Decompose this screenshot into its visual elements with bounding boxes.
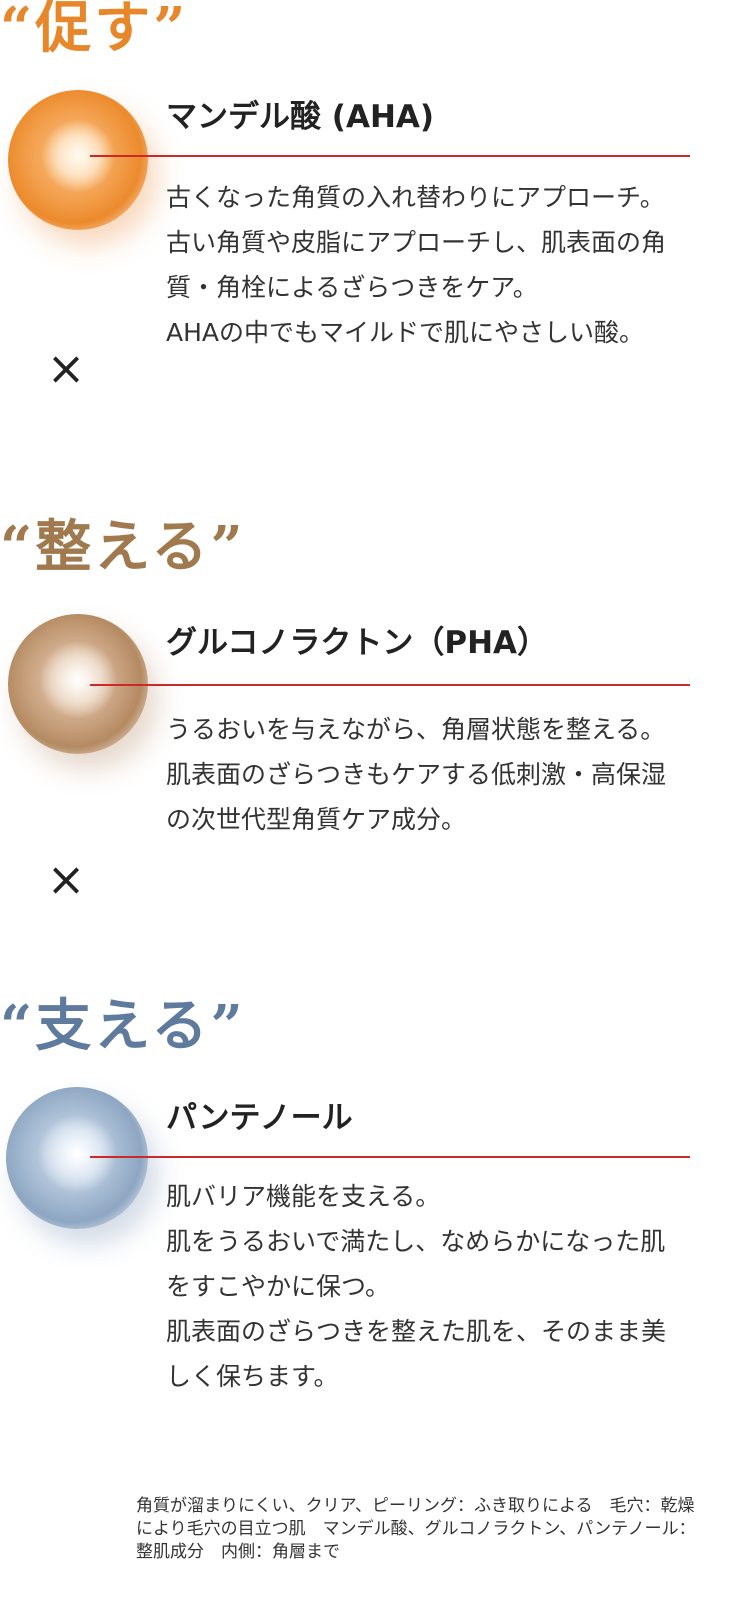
heading-condition: “整える” <box>0 514 246 580</box>
ingredient-title-mandelic-acid: マンデル酸 (AHA) <box>166 99 435 135</box>
ingredient-title-panthenol: パンテノール <box>166 1100 353 1136</box>
description-line: 肌バリア機能を支える。 <box>166 1182 441 1211</box>
description-line: 肌表面のざらつきを整えた肌を、そのまま美しく保ちます。 <box>166 1317 667 1391</box>
description-line: 古い角質や皮脂にアプローチし、肌表面の角質・角栓によるざらつきをケア。 <box>166 228 667 302</box>
ingredient-description-gluconolactone: うるおいを与えながら、角層状態を整える。 肌表面のざらつきもケアする低刺激・高保… <box>166 707 672 842</box>
footnote: 角質が溜まりにくい、クリア、ピーリング：ふき取りによる 毛穴：乾燥により毛穴の目… <box>136 1496 696 1562</box>
title-underline <box>90 1156 690 1158</box>
heading-support: “支える” <box>0 993 246 1059</box>
title-underline <box>90 155 690 157</box>
ingredient-title-gluconolactone: グルコノラクトン（PHA） <box>166 625 549 661</box>
description-line: 肌表面のざらつきもケアする低刺激・高保湿の次世代型角質ケア成分。 <box>166 760 667 834</box>
description-line: 古くなった角質の入れ替わりにアプローチ。 <box>166 183 665 212</box>
ingredient-description-mandelic-acid: 古くなった角質の入れ替わりにアプローチ。 古い角質や皮脂にアプローチし、肌表面の… <box>166 175 672 355</box>
orange-sphere-image <box>8 90 148 230</box>
description-line: うるおいを与えながら、角層状態を整える。 <box>166 715 666 744</box>
ingredient-description-panthenol: 肌バリア機能を支える。 肌をうるおいで満たし、なめらかになった肌をすこやかに保つ… <box>166 1174 672 1399</box>
description-line: 肌をうるおいで満たし、なめらかになった肌をすこやかに保つ。 <box>166 1227 666 1301</box>
heading-promote: “促す” <box>0 0 189 61</box>
title-underline <box>90 684 690 686</box>
blue-sphere-image <box>6 1087 148 1229</box>
description-line: AHAの中でもマイルドで肌にやさしい酸。 <box>166 318 645 347</box>
times-icon: × <box>46 341 86 395</box>
times-icon: × <box>46 852 86 906</box>
